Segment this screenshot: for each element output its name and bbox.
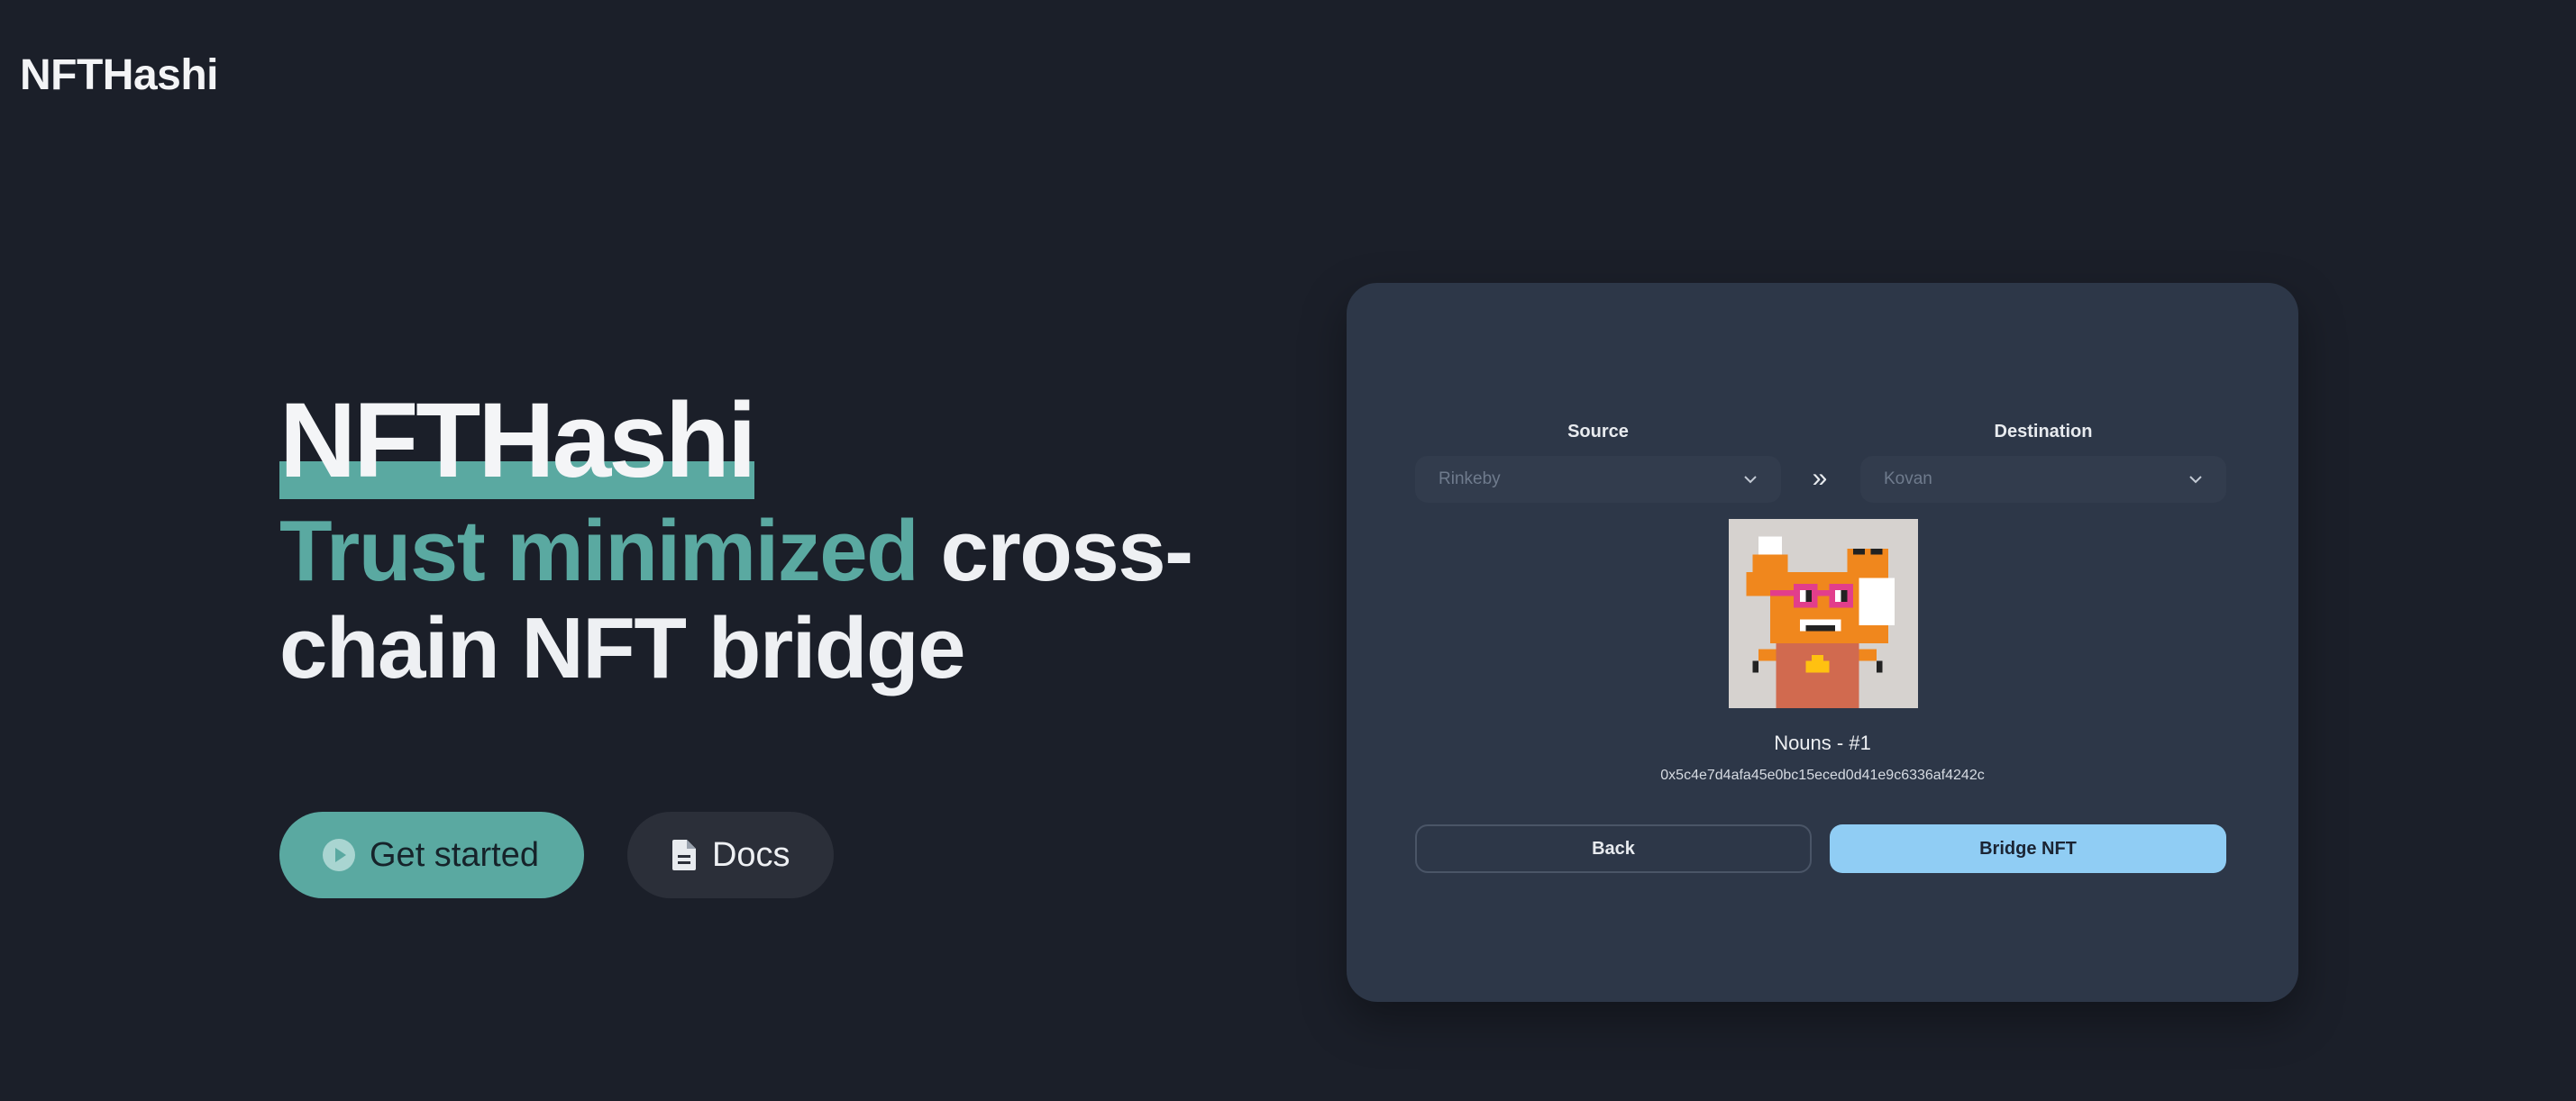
double-chevron-right-icon: » [1812,463,1828,493]
nft-image [1729,519,1918,708]
get-started-button[interactable]: Get started [279,812,584,898]
source-label: Source [1567,422,1629,441]
hero-section: NFTHashi Trust minimized cross-chain NFT… [279,387,1271,697]
back-button[interactable]: Back [1415,824,1812,873]
destination-select-value: Kovan [1884,469,1932,488]
hero-subtitle-accent: Trust minimized [279,503,919,599]
source-select-value: Rinkeby [1439,469,1501,488]
play-circle-icon [323,839,355,871]
destination-select[interactable]: Kovan [1860,456,2226,503]
source-select[interactable]: Rinkeby [1415,456,1781,503]
document-icon [671,840,696,870]
bridge-nft-button[interactable]: Bridge NFT [1830,824,2226,873]
docs-button[interactable]: Docs [626,812,834,898]
hero-title: NFTHashi [279,387,757,499]
destination-label: Destination [1994,422,2093,441]
cta-row: Get started Docs [279,812,834,898]
chevron-down-icon [1744,476,1757,484]
bridge-card: Source Destination Rinkeby » Kovan Nouns… [1347,283,2298,1002]
get-started-label: Get started [370,835,539,874]
nft-name: Nouns - #1 [1774,732,1871,754]
hero-title-text: NFTHashi [279,381,757,500]
hero-subtitle: Trust minimized cross-chain NFT bridge [279,503,1235,697]
docs-label: Docs [711,835,790,874]
nft-contract-address: 0x5c4e7d4afa45e0bc15eced0d41e9c6336af424… [1660,768,1985,783]
brand-logo[interactable]: NFTHashi [20,50,219,100]
chevron-down-icon [2189,476,2202,484]
